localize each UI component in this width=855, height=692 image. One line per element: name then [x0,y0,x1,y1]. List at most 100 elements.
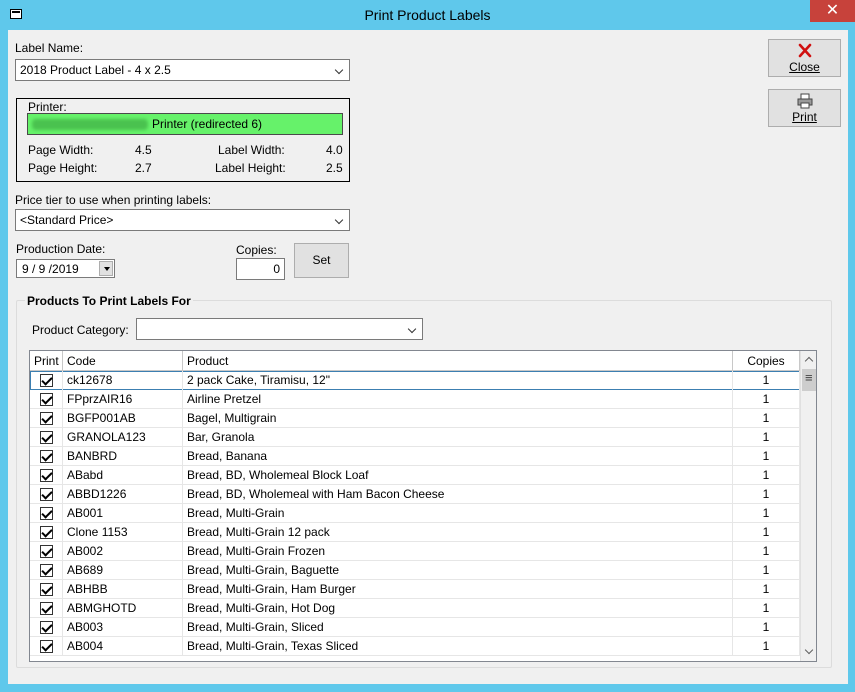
table-row[interactable]: GRANOLA123 Bar, Granola 1 [30,428,800,447]
print-checkbox[interactable] [40,393,53,406]
table-row[interactable]: BGFP001AB Bagel, Multigrain 1 [30,409,800,428]
code-cell: AB003 [63,618,183,637]
print-cell [30,504,63,523]
table-row[interactable]: AB003 Bread, Multi-Grain, Sliced 1 [30,618,800,637]
print-checkbox[interactable] [40,450,53,463]
production-date-picker[interactable]: 9 / 9 /2019 [16,259,115,278]
copies-cell[interactable]: 1 [733,618,800,637]
product-cell: Airline Pretzel [183,390,733,409]
print-cell [30,466,63,485]
code-cell: ABBD1226 [63,485,183,504]
chevron-down-icon [335,214,345,226]
production-date-label: Production Date: [16,242,106,256]
print-checkbox[interactable] [40,583,53,596]
print-cell [30,390,63,409]
copies-cell[interactable]: 1 [733,523,800,542]
copies-cell[interactable]: 1 [733,409,800,428]
print-checkbox[interactable] [40,545,53,558]
print-cell [30,599,63,618]
column-header-code[interactable]: Code [63,351,183,371]
code-cell: FPprzAIR16 [63,390,183,409]
scroll-down-icon[interactable] [801,644,816,661]
table-row[interactable]: ABHBB Bread, Multi-Grain, Ham Burger 1 [30,580,800,599]
print-cell [30,409,63,428]
print-cell [30,561,63,580]
product-cell: Bar, Granola [183,428,733,447]
price-tier-dropdown[interactable]: <Standard Price> [15,209,350,231]
print-checkbox[interactable] [40,564,53,577]
code-cell: ABHBB [63,580,183,599]
label-name-dropdown[interactable]: 2018 Product Label - 4 x 2.5 [15,59,350,81]
product-category-dropdown[interactable] [136,318,423,340]
column-header-print[interactable]: Print [30,351,63,371]
print-checkbox[interactable] [40,412,53,425]
copies-input[interactable]: 0 [236,258,285,280]
column-header-copies[interactable]: Copies [733,351,800,371]
copies-cell[interactable]: 1 [733,580,800,599]
table-row[interactable]: AB001 Bread, Multi-Grain 1 [30,504,800,523]
copies-label: Copies: [236,243,277,257]
printer-panel: Printer: Printer (redirected 6) Page Wid… [16,98,350,182]
code-cell: AB689 [63,561,183,580]
copies-cell[interactable]: 1 [733,390,800,409]
copies-cell[interactable]: 1 [733,542,800,561]
print-checkbox[interactable] [40,621,53,634]
product-cell: Bread, Multi-Grain 12 pack [183,523,733,542]
printer-dropdown[interactable]: Printer (redirected 6) [27,113,343,135]
print-button[interactable]: Print [768,89,841,127]
copies-cell[interactable]: 1 [733,428,800,447]
copies-cell[interactable]: 1 [733,447,800,466]
products-grid[interactable]: Print Code Product Copies ck12678 2 pack … [29,350,817,662]
product-category-label: Product Category: [32,323,129,337]
print-checkbox[interactable] [40,526,53,539]
table-row[interactable]: FPprzAIR16 Airline Pretzel 1 [30,390,800,409]
table-row[interactable]: AB004 Bread, Multi-Grain, Texas Sliced 1 [30,637,800,656]
calendar-dropdown-icon[interactable] [99,261,113,276]
table-row[interactable]: ck12678 2 pack Cake, Tiramisu, 12" 1 [30,371,800,390]
printer-value: Printer (redirected 6) [152,117,263,131]
grid-vertical-scrollbar[interactable] [800,351,816,661]
scroll-thumb[interactable] [802,369,816,391]
table-row[interactable]: AB002 Bread, Multi-Grain Frozen 1 [30,542,800,561]
print-checkbox[interactable] [40,488,53,501]
print-button-label: Print [792,110,817,124]
page-height-value: 2.7 [135,161,152,175]
print-checkbox[interactable] [40,469,53,482]
print-checkbox[interactable] [40,640,53,653]
copies-cell[interactable]: 1 [733,561,800,580]
close-button[interactable]: Close [768,39,841,77]
copies-cell[interactable]: 1 [733,485,800,504]
copies-cell[interactable]: 1 [733,371,800,390]
print-cell [30,618,63,637]
column-header-product[interactable]: Product [183,351,733,371]
print-checkbox[interactable] [40,374,53,387]
code-cell: ABabd [63,466,183,485]
table-row[interactable]: ABMGHOTD Bread, Multi-Grain, Hot Dog 1 [30,599,800,618]
code-cell: Clone 1153 [63,523,183,542]
redacted-printer-name [32,119,148,130]
print-checkbox[interactable] [40,507,53,520]
table-row[interactable]: ABBD1226 Bread, BD, Wholemeal with Ham Ba… [30,485,800,504]
copies-cell[interactable]: 1 [733,599,800,618]
print-cell [30,580,63,599]
set-button[interactable]: Set [294,243,349,278]
copies-cell[interactable]: 1 [733,637,800,656]
table-row[interactable]: Clone 1153 Bread, Multi-Grain 12 pack 1 [30,523,800,542]
copies-cell[interactable]: 1 [733,504,800,523]
code-cell: BANBRD [63,447,183,466]
print-cell [30,371,63,390]
code-cell: GRANOLA123 [63,428,183,447]
print-checkbox[interactable] [40,431,53,444]
print-checkbox[interactable] [40,602,53,615]
page-width-label: Page Width: [28,143,94,157]
window-close-button[interactable]: ✕ [810,0,855,22]
table-row[interactable]: AB689 Bread, Multi-Grain, Baguette 1 [30,561,800,580]
print-cell [30,485,63,504]
product-cell: Bread, Multi-Grain, Ham Burger [183,580,733,599]
copies-cell[interactable]: 1 [733,466,800,485]
scroll-up-icon[interactable] [801,351,816,368]
label-height-label: Label Height: [215,161,286,175]
table-row[interactable]: BANBRD Bread, Banana 1 [30,447,800,466]
code-cell: ck12678 [63,371,183,390]
table-row[interactable]: ABabd Bread, BD, Wholemeal Block Loaf 1 [30,466,800,485]
